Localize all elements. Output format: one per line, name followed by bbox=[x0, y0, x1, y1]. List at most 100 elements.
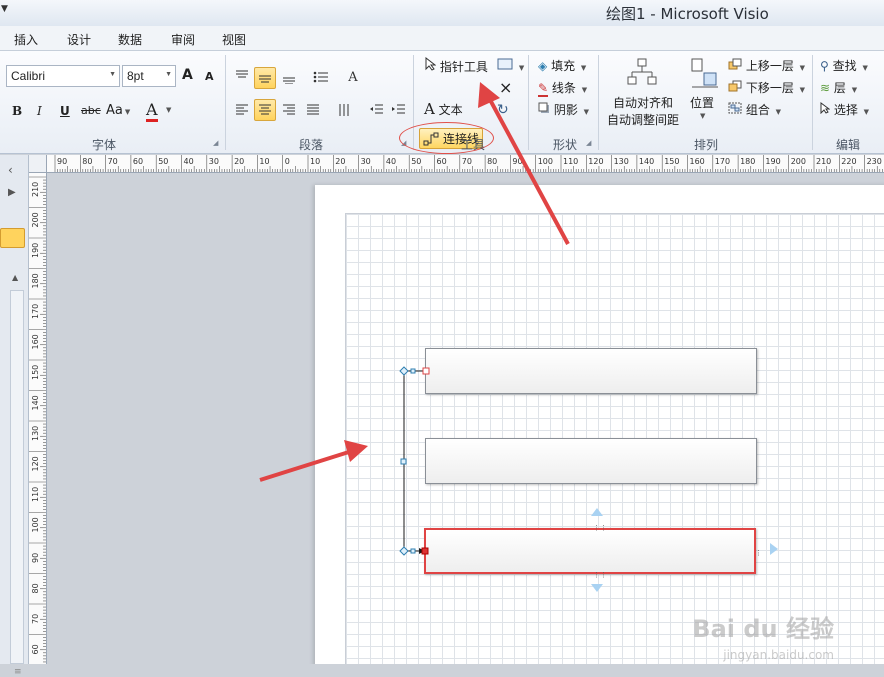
chevron-down-icon: ▼ bbox=[799, 86, 806, 94]
close-icon[interactable]: × bbox=[499, 78, 512, 97]
connection-point-icon[interactable] bbox=[399, 546, 429, 556]
autoconnect-right-arrow-icon[interactable] bbox=[770, 543, 778, 555]
strikethrough-button[interactable]: abc bbox=[81, 104, 101, 117]
increase-indent-icon[interactable] bbox=[388, 99, 410, 121]
auto-space-button[interactable]: 自动调整间距 bbox=[607, 111, 679, 128]
ruler-label: 100 bbox=[538, 157, 553, 166]
tab-insert[interactable]: 插入 bbox=[14, 31, 38, 48]
auto-align-button[interactable]: 自动对齐和 bbox=[613, 94, 673, 111]
ruler-label: 80 bbox=[82, 157, 92, 166]
scroll-grip-icon: ≡ bbox=[14, 667, 22, 677]
tab-data[interactable]: 数据 bbox=[118, 31, 142, 48]
selection-handle-icon[interactable]: ⋮ bbox=[755, 549, 762, 557]
send-backward-button[interactable]: 下移一层 ▼ bbox=[728, 79, 805, 96]
select-button[interactable]: 选择 ▼ bbox=[820, 101, 869, 118]
align-middle-icon[interactable] bbox=[254, 67, 276, 89]
drawing-canvas[interactable]: ⋮⋮ ⋮⋮ ⋮ Bai du 经验 jingyan.baidu.com bbox=[47, 173, 884, 664]
drawing-page[interactable]: ⋮⋮ ⋮⋮ ⋮ bbox=[315, 185, 884, 664]
font-color-button[interactable]: A bbox=[146, 100, 158, 122]
selection-handle-icon[interactable]: ⋮⋮ bbox=[593, 571, 607, 579]
scroll-up-icon[interactable]: ▲ bbox=[12, 273, 18, 282]
decrease-indent-icon[interactable] bbox=[366, 99, 388, 121]
chevron-down-icon: ▼ bbox=[799, 64, 806, 72]
ruler-label: 50 bbox=[158, 157, 168, 166]
connection-point-icon[interactable] bbox=[399, 366, 430, 376]
shrink-font-button[interactable]: A bbox=[205, 70, 214, 83]
collapse-left-icon[interactable]: ‹ bbox=[8, 163, 13, 177]
pointer-tool-button[interactable]: 指针工具 bbox=[424, 56, 488, 75]
font-name-combo[interactable]: Calibri ▼ bbox=[6, 65, 120, 87]
ruler-label: 80 bbox=[487, 157, 497, 166]
ruler-label: 90 bbox=[31, 553, 40, 563]
group-label-arrange: 排列 bbox=[694, 138, 719, 152]
pane-scrollbar[interactable]: ≡ bbox=[10, 290, 24, 677]
align-bottom-icon[interactable] bbox=[278, 67, 300, 89]
font-size-combo[interactable]: 8pt ▼ bbox=[122, 65, 176, 87]
vertical-text-icon[interactable] bbox=[334, 99, 356, 121]
baidu-watermark: Bai du 经验 bbox=[692, 615, 834, 643]
ruler-label: 110 bbox=[563, 157, 578, 166]
vertical-ruler[interactable]: 210 200 190 180 170 160 150 140 130 120 110 100 90 80… bbox=[29, 173, 47, 664]
chevron-down-icon: ▼ bbox=[518, 64, 525, 72]
rotate-text-icon[interactable]: ↻ bbox=[497, 102, 509, 118]
change-case-button[interactable]: Aa ▼ bbox=[106, 103, 130, 118]
italic-button[interactable]: I bbox=[37, 104, 42, 118]
fill-button[interactable]: ◈ 填充 ▼ bbox=[538, 57, 586, 74]
align-center-icon[interactable] bbox=[254, 99, 276, 121]
find-button[interactable]: ⚲ 查找 ▼ bbox=[820, 57, 868, 74]
autoconnect-down-arrow-icon[interactable] bbox=[591, 584, 603, 592]
align-right-icon[interactable] bbox=[278, 99, 300, 121]
ruler-label: 170 bbox=[31, 304, 40, 319]
shape-picker-button[interactable]: ▼ bbox=[497, 58, 524, 73]
dialog-launcher-icon[interactable]: ◢ bbox=[586, 139, 591, 147]
stencil-tab[interactable] bbox=[0, 228, 25, 248]
shadow-button[interactable]: 阴影 ▼ bbox=[538, 101, 589, 118]
ruler-label: 20 bbox=[234, 157, 244, 166]
layer-button[interactable]: ≋ 层 ▼ bbox=[820, 79, 857, 96]
position-button[interactable]: 位置 bbox=[690, 94, 714, 111]
ruler-label: 70 bbox=[31, 614, 40, 624]
autoconnect-up-arrow-icon[interactable] bbox=[591, 508, 603, 516]
connector-overlay: ⋮⋮ ⋮⋮ ⋮ bbox=[399, 366, 778, 592]
expand-right-icon[interactable]: ▶ bbox=[8, 187, 16, 198]
group-label-paragraph: 段落 bbox=[299, 138, 324, 152]
text-spacing-icon[interactable]: A bbox=[342, 66, 364, 88]
chevron-down-icon[interactable]: ▼ bbox=[166, 106, 171, 114]
ruler-label: 30 bbox=[209, 157, 219, 166]
chevron-down-icon[interactable]: ▼ bbox=[700, 112, 705, 120]
line-button[interactable]: ✎ 线条 ▼ bbox=[538, 79, 588, 97]
tab-view[interactable]: 视图 bbox=[222, 31, 246, 48]
connector-line[interactable] bbox=[403, 370, 425, 554]
bring-forward-icon bbox=[728, 58, 742, 70]
justify-icon[interactable] bbox=[302, 99, 324, 121]
grow-font-button[interactable]: A bbox=[182, 67, 193, 83]
bold-button[interactable]: B bbox=[12, 104, 22, 118]
ruler-label: 130 bbox=[614, 157, 629, 166]
dialog-launcher-icon[interactable]: ◢ bbox=[213, 139, 218, 147]
ruler-label: 20 bbox=[335, 157, 345, 166]
group-button[interactable]: 组合 ▼ bbox=[728, 101, 781, 118]
bullets-icon[interactable] bbox=[310, 66, 332, 88]
quick-access-dropdown-icon[interactable]: ▼ bbox=[1, 4, 8, 14]
text-tool-button[interactable]: A 文本 bbox=[424, 100, 463, 118]
underline-button[interactable]: U bbox=[60, 104, 70, 118]
selection-handle-icon[interactable]: ⋮⋮ bbox=[593, 524, 607, 532]
ruler-label: 210 bbox=[816, 157, 831, 166]
ruler-label: 30 bbox=[361, 157, 371, 166]
rectangle-icon bbox=[497, 58, 513, 70]
group-label-shape: 形状 bbox=[553, 138, 578, 152]
tab-design[interactable]: 设计 bbox=[67, 31, 91, 48]
ruler-label: 190 bbox=[765, 157, 780, 166]
bring-forward-button[interactable]: 上移一层 ▼ bbox=[728, 57, 805, 74]
ruler-label: 40 bbox=[386, 157, 396, 166]
align-left-icon[interactable] bbox=[231, 99, 253, 121]
horizontal-ruler[interactable]: 90 80 70 60 50 40 30 20 10 0 10 20 30 40 50 60 70 80 90 100… bbox=[47, 155, 884, 173]
ruler-label: 40 bbox=[184, 157, 194, 166]
connection-point-icon[interactable] bbox=[400, 458, 407, 465]
align-top-icon[interactable] bbox=[231, 64, 253, 86]
shadow-icon bbox=[538, 102, 549, 113]
group-icon bbox=[728, 102, 742, 114]
chevron-down-icon: ▼ bbox=[583, 108, 590, 116]
tab-review[interactable]: 审阅 bbox=[171, 31, 195, 48]
chevron-down-icon: ▼ bbox=[581, 86, 588, 94]
